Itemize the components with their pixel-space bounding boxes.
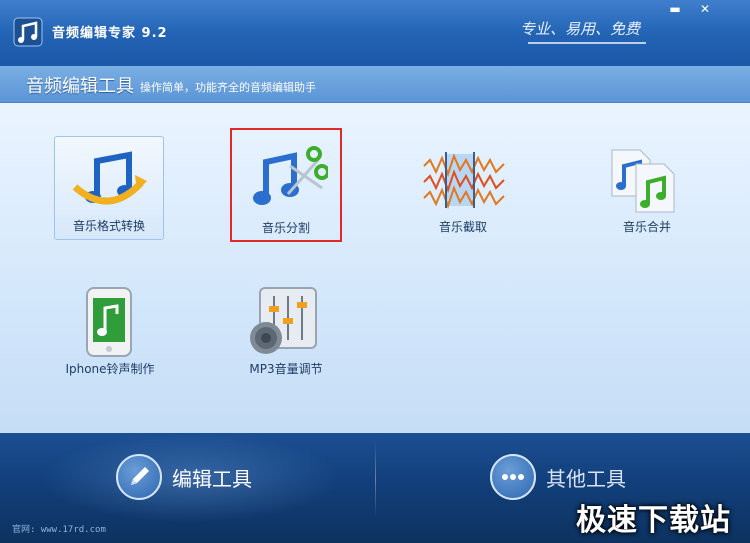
tab-divider [375,440,376,518]
tool-label: Iphone铃声制作 [65,362,155,376]
app-title: 音频编辑专家 9.2 [52,26,168,41]
volume-mixer-icon [250,287,317,354]
tool-music-trim[interactable]: 音乐截取 [410,138,516,238]
slogan: 专业、易用、免费 [520,20,641,38]
tool-music-merge[interactable]: 音乐合并 [594,138,700,238]
tool-iphone-ringtone[interactable]: Iphone铃声制作 [56,282,164,382]
official-site-text: 官网: www.17rd.com [12,525,106,535]
tool-label: 音乐合并 [622,220,671,234]
tool-label: MP3音量调节 [249,362,323,376]
close-button[interactable]: ✕ [694,2,716,16]
tool-mp3-volume[interactable]: MP3音量调节 [232,282,340,382]
watermark: 极速下载站 [576,503,731,538]
section-description: 操作简单，功能齐全的音频编辑助手 [140,81,316,94]
tool-label: 音乐格式转换 [72,219,145,233]
tool-music-format-convert[interactable]: 音乐格式转换 [54,136,164,240]
minimize-button[interactable]: ▬ [664,2,686,16]
section-title: 音频编辑工具 [26,76,134,97]
tab-label: 其他工具 [546,467,626,491]
tool-label: 音乐分割 [261,221,310,235]
iphone-ringtone-icon [86,287,132,357]
waveform-trim-icon [423,152,505,209]
tab-label: 编辑工具 [172,467,252,491]
pencil-icon [116,454,162,500]
close-icon: ✕ [699,2,711,16]
more-dots-icon [490,454,536,500]
music-merge-icon [611,149,675,213]
music-split-icon [253,146,328,205]
slogan-underline [528,42,646,44]
tab-edit-tools[interactable]: 编辑工具 [116,443,266,513]
minimize-icon: ▬ [669,2,681,16]
tool-music-split[interactable]: 音乐分割 [230,128,342,242]
app-logo-icon [13,17,43,47]
tool-label: 音乐截取 [438,220,487,234]
music-convert-icon [72,151,147,205]
